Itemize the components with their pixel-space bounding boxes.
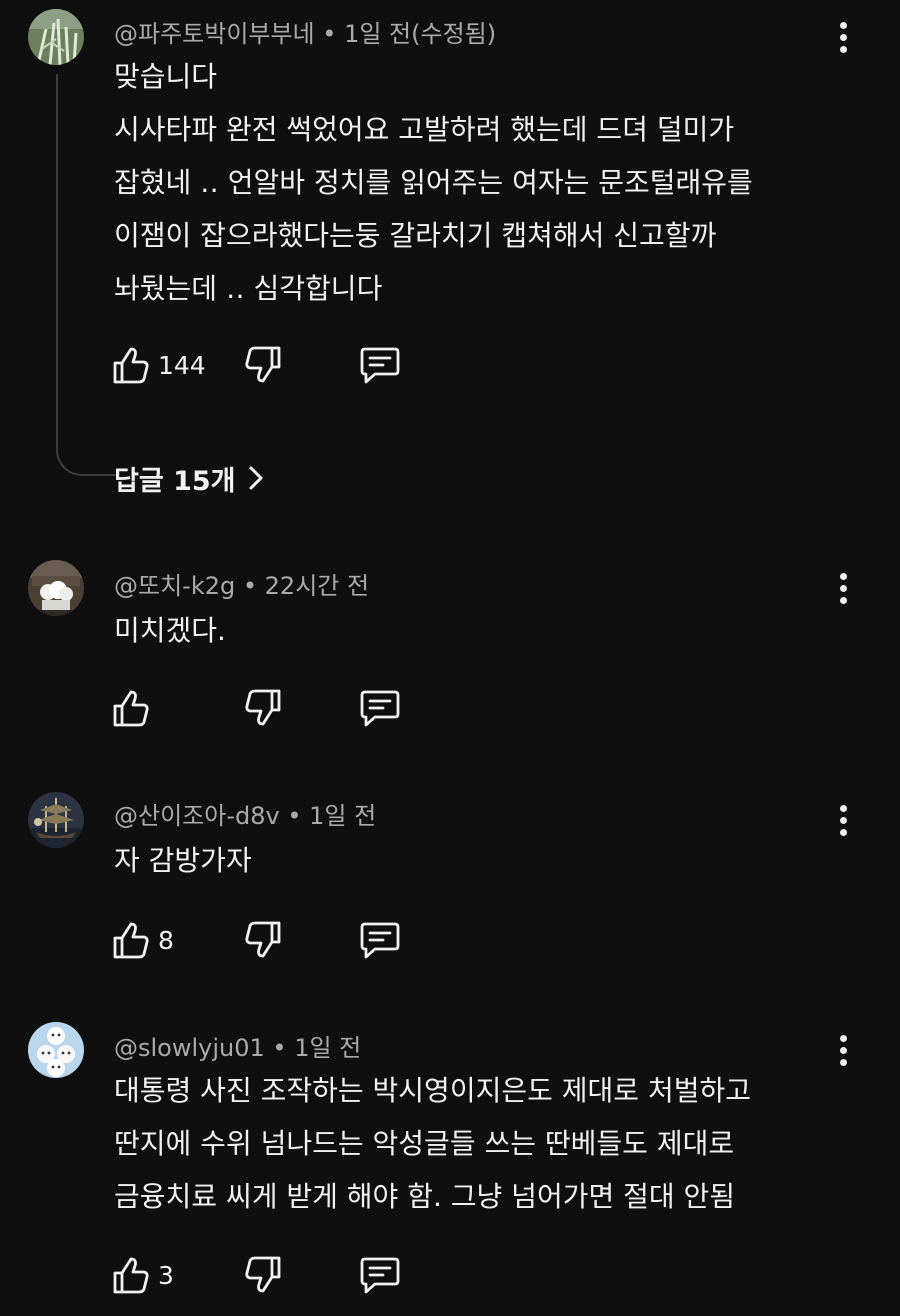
like-button[interactable]: 3 [112, 1253, 174, 1297]
chevron-right-icon [249, 466, 262, 490]
avatar[interactable] [28, 9, 84, 65]
comment-time: 1일 전 [309, 802, 377, 830]
comment-time: 1일 전 [294, 1034, 362, 1062]
comment-icon [360, 922, 400, 959]
comment-meta: @slowlyju01 • 1일 전 [114, 1034, 362, 1062]
comment-meta: @또치-k2g • 22시간 전 [114, 572, 370, 600]
reply-button[interactable] [359, 918, 401, 962]
reply-button[interactable] [359, 686, 401, 730]
author-name[interactable]: @slowlyju01 [114, 1034, 265, 1062]
comment-icon [360, 347, 400, 384]
comment-line: 이잼이 잡으라했다는둥 갈라치기 캡쳐해서 신고할까 [114, 219, 717, 252]
avatar[interactable] [28, 792, 84, 848]
comment-time: 22시간 전 [264, 572, 370, 600]
comment-line: 금융치료 씨게 받게 해야 함. 그냥 넘어가면 절대 안됨 [114, 1180, 736, 1213]
comment-line: 딴지에 수위 넘나드는 악성글들 쓰는 딴베들도 제대로 [114, 1127, 735, 1160]
like-count: 8 [158, 925, 174, 955]
reply-button[interactable] [359, 343, 401, 387]
more-vert-icon[interactable] [828, 1030, 858, 1070]
view-replies-button[interactable]: 답글 15개 [114, 458, 264, 498]
dislike-button[interactable] [244, 918, 282, 962]
avatar[interactable] [28, 1022, 84, 1078]
comment-icon [360, 1257, 400, 1294]
comment-actions: 8 [112, 918, 432, 962]
like-button[interactable] [112, 686, 158, 730]
reply-button[interactable] [359, 1253, 401, 1297]
thumbs-up-icon [113, 690, 149, 727]
comment-text: 대통령 사진 조작하는 박시영이지은도 제대로 처벌하고 딴지에 수위 넘나드는… [114, 1064, 834, 1223]
dislike-button[interactable] [244, 686, 282, 730]
thumbs-down-icon [245, 689, 281, 726]
more-vert-icon[interactable] [828, 800, 858, 840]
replies-label: 답글 15개 [114, 465, 236, 497]
comment-icon [360, 690, 400, 727]
author-name[interactable]: @파주토박이부부네 [114, 20, 315, 48]
like-button[interactable]: 8 [112, 918, 174, 962]
thumbs-down-icon [245, 346, 281, 383]
like-count: 144 [158, 350, 206, 380]
comment-line: 놔뒀는데 ‥ 심각합니다 [114, 272, 383, 305]
comment-time: 1일 전(수정됨) [344, 20, 497, 48]
thumbs-up-icon [113, 1257, 149, 1294]
comment-line: 자 감방가자 [114, 844, 252, 877]
avatar[interactable] [28, 560, 84, 616]
dislike-button[interactable] [244, 343, 282, 387]
comment-text: 자 감방가자 [114, 834, 834, 887]
more-vert-icon[interactable] [828, 568, 858, 608]
like-button[interactable]: 144 [112, 343, 206, 387]
comment-meta: @산이조아-d8v • 1일 전 [114, 802, 377, 830]
comment-line: 미치겠다. [114, 614, 226, 647]
comment-text: 미치겠다. [114, 604, 834, 657]
comment-actions: 3 [112, 1253, 432, 1297]
more-vert-icon[interactable] [828, 17, 858, 57]
thumbs-down-icon [245, 1256, 281, 1293]
author-name[interactable]: @산이조아-d8v [114, 802, 280, 830]
comment-line: 맞습니다 [114, 60, 218, 93]
dislike-button[interactable] [244, 1253, 282, 1297]
comment-line: 대통령 사진 조작하는 박시영이지은도 제대로 처벌하고 [114, 1074, 751, 1107]
comment-actions: 144 [112, 343, 432, 387]
comment-line: 잡혔네 ‥ 언알바 정치를 읽어주는 여자는 문조털래유를 [114, 166, 753, 199]
comment-actions [112, 686, 432, 730]
comment-text: 맞습니다 시사타파 완전 썩었어요 고발하려 했는데 드뎌 덜미가 잡혔네 ‥ … [114, 50, 834, 315]
like-count: 3 [158, 1260, 174, 1290]
thread-line [56, 74, 116, 476]
comment-meta: @파주토박이부부네 • 1일 전(수정됨) [114, 20, 497, 48]
thumbs-down-icon [245, 921, 281, 958]
thumbs-up-icon [113, 347, 149, 384]
author-name[interactable]: @또치-k2g [114, 572, 235, 600]
comment-line: 시사타파 완전 썩었어요 고발하려 했는데 드뎌 덜미가 [114, 113, 735, 146]
thumbs-up-icon [113, 922, 149, 959]
